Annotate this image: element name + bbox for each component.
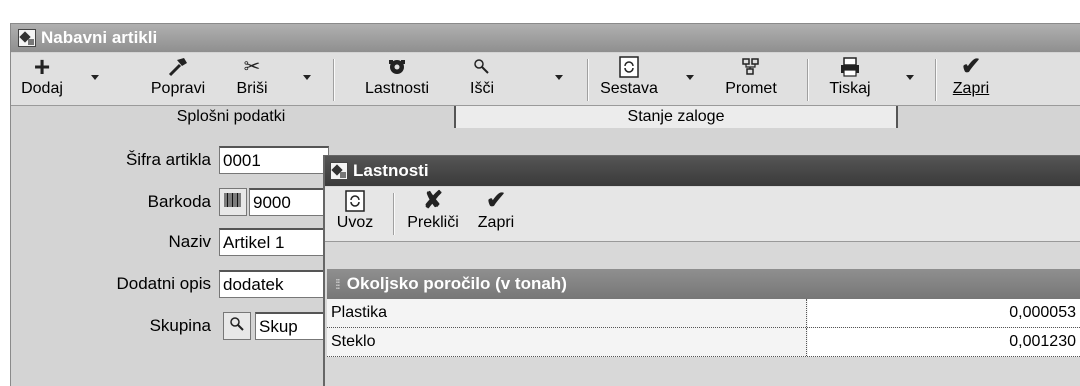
scissors-icon: ✂ — [243, 56, 261, 78]
search-dropdown-arrow[interactable] — [555, 75, 563, 80]
traffic-button[interactable]: Promet — [711, 55, 791, 103]
grip-icon: ⁞⁞ — [335, 276, 341, 292]
print-button-label: Tiskaj — [829, 80, 871, 97]
barcode-field[interactable]: 9000 — [249, 188, 329, 216]
property-group-header[interactable]: ⁞⁞ Okoljsko poročilo (v tonah) — [327, 269, 1080, 299]
print-button[interactable]: Tiskaj — [817, 55, 883, 103]
dialog-toolbar: Uvoz ✘ Prekliči ✔ Zapri — [325, 187, 1080, 242]
x-icon: ✘ — [422, 187, 444, 214]
toolbar-separator — [333, 59, 335, 101]
dialog-close-button-label: Zapri — [477, 214, 515, 231]
property-value[interactable]: 0,000053 — [808, 299, 1080, 327]
name-field[interactable]: Artikel 1 — [219, 228, 329, 256]
cancel-button[interactable]: ✘ Prekliči — [399, 189, 467, 237]
plus-icon: + — [33, 51, 51, 82]
property-group-title: Okoljsko poročilo (v tonah) — [346, 274, 567, 293]
properties-dialog: Lastnosti Uvoz ✘ Prekliči ✔ Zapri ⁞⁞ Oko… — [323, 155, 1080, 386]
hammer-icon — [166, 55, 190, 79]
dialog-title: Lastnosti — [353, 161, 429, 180]
description-field[interactable]: dodatek — [219, 270, 329, 298]
refresh-icon — [617, 55, 641, 79]
toolbar-separator — [807, 59, 809, 101]
add-button-label: Dodaj — [21, 80, 63, 97]
dialog-titlebar: Lastnosti — [325, 156, 1080, 186]
properties-button-label: Lastnosti — [364, 80, 430, 97]
tab-strip: Splošni podatki Stanje zaloge — [11, 106, 1080, 128]
group-search-button[interactable] — [223, 312, 251, 340]
composition-button[interactable]: Sestava — [587, 55, 671, 103]
name-label: Naziv — [168, 232, 211, 251]
group-label: Skupina — [149, 316, 211, 335]
toolbar-separator — [935, 59, 937, 101]
traffic-button-label: Promet — [725, 80, 777, 97]
close-button-label: Zapri — [952, 80, 990, 97]
add-dropdown-arrow[interactable] — [91, 75, 99, 80]
print-dropdown-arrow[interactable] — [906, 75, 914, 80]
properties-button[interactable]: Lastnosti — [349, 55, 445, 103]
app-icon — [330, 162, 348, 180]
description-label: Dodatni opis — [116, 274, 211, 293]
delete-dropdown-arrow[interactable] — [303, 75, 311, 80]
composition-button-label: Sestava — [600, 80, 658, 97]
delete-button-label: Briši — [236, 80, 268, 97]
delete-button[interactable]: ✂ Briši — [221, 55, 283, 103]
magnifier-icon — [471, 55, 493, 79]
edit-button-label: Popravi — [150, 80, 206, 97]
dialog-close-button[interactable]: ✔ Zapri — [469, 189, 523, 237]
import-button-label: Uvoz — [336, 214, 374, 231]
printer-icon — [838, 55, 862, 79]
barcode-label: Barkoda — [147, 192, 211, 211]
import-button[interactable]: Uvoz — [329, 189, 381, 237]
edit-button[interactable]: Popravi — [137, 55, 219, 103]
app-icon — [18, 29, 36, 47]
tab-general[interactable]: Splošni podatki — [11, 106, 451, 128]
property-row-steklo[interactable]: Steklo 0,001230 — [327, 328, 1080, 357]
checkmark-icon: ✔ — [960, 53, 982, 80]
barcode-icon — [224, 192, 242, 212]
item-code-label: Šifra artikla — [125, 150, 211, 169]
property-row-plastika[interactable]: Plastika 0,000053 — [327, 299, 1080, 328]
group-field[interactable]: Skup — [255, 312, 329, 340]
close-button[interactable]: ✔ Zapri — [941, 55, 1001, 103]
cancel-button-label: Prekliči — [407, 214, 459, 231]
composition-dropdown-arrow[interactable] — [686, 75, 694, 80]
properties-icon — [385, 55, 409, 79]
search-button[interactable]: Išči — [455, 55, 509, 103]
property-name: Steklo — [327, 328, 807, 356]
window-title: Nabavni artikli — [41, 28, 158, 47]
window-titlebar: Nabavni artikli — [11, 24, 1080, 52]
property-value[interactable]: 0,001230 — [808, 328, 1080, 356]
add-button[interactable]: + Dodaj — [11, 51, 73, 103]
magnifier-icon — [228, 315, 246, 338]
item-code-field[interactable]: 0001 — [219, 146, 329, 174]
tab-stock[interactable]: Stanje zaloge — [454, 106, 898, 128]
refresh-icon — [343, 189, 367, 213]
main-toolbar: + Dodaj Popravi ✂ Briši Lastnosti Išči S… — [11, 53, 1080, 106]
property-name: Plastika — [327, 299, 807, 327]
network-icon — [740, 55, 762, 79]
search-button-label: Išči — [470, 80, 494, 97]
toolbar-separator — [393, 193, 395, 235]
checkmark-icon: ✔ — [485, 187, 507, 214]
barcode-button[interactable] — [219, 188, 247, 216]
